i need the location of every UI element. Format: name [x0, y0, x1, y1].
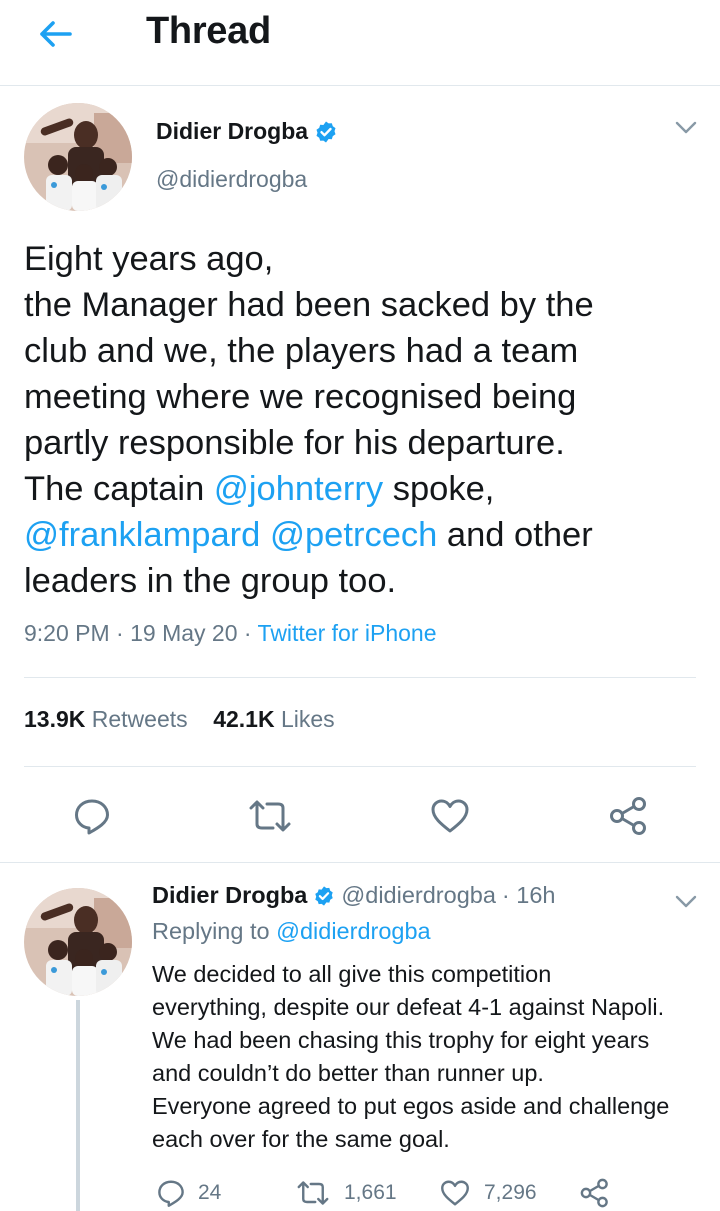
replying-to: Replying to @didierdrogba: [152, 918, 431, 944]
retweet-count: 1,661: [344, 1181, 397, 1204]
tweet-time: 9:20 PM: [24, 620, 110, 646]
profile-photo: [24, 103, 132, 211]
likes-stat[interactable]: 42.1K Likes: [213, 706, 334, 732]
profile-photo: [24, 888, 132, 996]
tweet-meta: 9:20 PM · 19 May 20 · Twitter for iPhone: [24, 620, 437, 646]
share-button[interactable]: [604, 794, 654, 838]
tweet-source-link[interactable]: Twitter for iPhone: [258, 620, 437, 646]
chevron-down-icon[interactable]: [672, 118, 700, 138]
like-button[interactable]: [426, 794, 474, 838]
reply-icon: [158, 1180, 184, 1207]
reply-count: 24: [198, 1181, 222, 1204]
replying-to-link[interactable]: @didierdrogba: [276, 918, 431, 944]
divider: [24, 677, 696, 678]
back-button[interactable]: [34, 14, 78, 54]
reply-author-name: Didier Drogba: [152, 882, 308, 908]
reply-like-button[interactable]: 7,296: [438, 1178, 537, 1208]
verified-badge-icon: [315, 885, 334, 906]
mention-franklampard[interactable]: @franklampard: [24, 516, 260, 554]
share-icon: [610, 797, 646, 835]
engagement-stats: 13.9K Retweets 42.1K Likes: [24, 706, 335, 733]
reply-retweet-button[interactable]: 1,661: [294, 1178, 397, 1208]
heart-icon: [441, 1180, 469, 1206]
reply-author-row[interactable]: Didier Drogba @didierdrogba · 16h: [152, 882, 555, 909]
like-count: 7,296: [484, 1181, 537, 1204]
retweet-button[interactable]: [244, 794, 296, 838]
reply-share-button[interactable]: [578, 1178, 612, 1208]
retweets-stat[interactable]: 13.9K Retweets: [24, 706, 188, 732]
avatar[interactable]: [24, 888, 132, 996]
retweet-icon: [249, 800, 291, 832]
mention-petrcech[interactable]: @petrcech: [270, 516, 437, 554]
reply-time: · 16h: [501, 882, 556, 908]
avatar[interactable]: [24, 103, 132, 211]
page-title: Thread: [146, 10, 271, 52]
retweet-icon: [297, 1181, 329, 1205]
arrow-left-icon: [40, 21, 72, 47]
tweet-text: Eight years ago, the Manager had been sa…: [24, 240, 594, 600]
divider: [24, 766, 696, 767]
author-handle[interactable]: @didierdrogba: [156, 166, 307, 193]
top-bar: Thread: [0, 0, 720, 86]
reply-tweet-text: We decided to all give this competition …: [152, 961, 670, 1152]
verified-badge-icon: [316, 121, 336, 142]
heart-icon: [431, 799, 469, 833]
author-name[interactable]: Didier Drogba: [156, 118, 338, 145]
reply-icon: [75, 799, 109, 835]
mention-johnterry[interactable]: @johnterry: [214, 470, 383, 508]
share-icon: [580, 1178, 608, 1208]
reply-reply-button[interactable]: 24: [156, 1178, 221, 1208]
chevron-down-icon[interactable]: [672, 892, 700, 912]
thread-connector-line: [76, 1000, 80, 1211]
reply-button[interactable]: [68, 794, 116, 838]
tweet-date: 19 May 20: [130, 620, 238, 646]
reply-author-handle: @didierdrogba: [341, 882, 496, 908]
divider: [0, 862, 720, 863]
